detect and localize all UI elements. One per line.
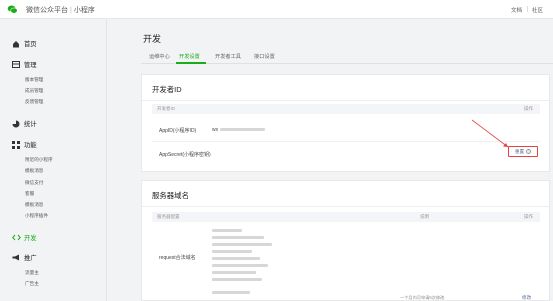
home-icon — [11, 40, 21, 48]
appid-value: wx — [212, 127, 219, 133]
sidebar-label: 管理 — [24, 62, 37, 69]
sidebar-item-members[interactable]: 成员管理 — [25, 88, 43, 94]
appid-redacted — [220, 128, 265, 131]
domain-redacted — [212, 243, 272, 246]
domain-redacted — [212, 250, 252, 253]
col-operation: 操作 — [524, 106, 533, 111]
appsecret-label: AppSecret(小程序密钥) — [159, 152, 211, 158]
card-divider — [142, 206, 549, 207]
domain-redacted — [212, 257, 260, 260]
chart-icon — [11, 120, 21, 128]
active-tab-indicator — [176, 62, 206, 64]
brand-name: 微信公众平台 — [26, 7, 68, 14]
top-bar: 微信公众平台 | 小程序 文档 社区 — [0, 0, 553, 19]
sidebar-item-service[interactable]: 客服 — [25, 191, 34, 197]
col-developer-id: 开发者ID — [157, 106, 175, 111]
sidebar-item-template[interactable]: 模板消息 — [25, 168, 43, 174]
sidebar-item-home[interactable]: 首页 — [11, 39, 37, 48]
sidebar-item-pay[interactable]: 微信支付 — [25, 180, 43, 186]
tab-dev-tools[interactable]: 开发者工具 — [215, 53, 241, 60]
col-operation: 操作 — [524, 214, 533, 219]
sidebar-item-version[interactable]: 版本管理 — [25, 77, 43, 83]
sidebar-item-traffic[interactable]: 流量主 — [25, 270, 39, 276]
appid-label: AppID(小程序ID) — [159, 128, 197, 134]
domain-redacted — [212, 229, 242, 232]
code-icon — [11, 234, 21, 242]
domain-redacted — [212, 271, 256, 274]
sidebar-label: 推广 — [24, 255, 37, 262]
page-title: 开发 — [143, 34, 162, 44]
server-domain-title: 服务器域名 — [152, 191, 189, 200]
domain-redacted — [212, 278, 262, 281]
developer-id-table-header: 开发者ID 操作 — [152, 104, 540, 114]
modify-limit-note: 一个月内可申请5次修改 — [400, 295, 445, 300]
domain-redacted — [212, 291, 250, 294]
sidebar-item-develop[interactable]: 开发 — [11, 233, 37, 242]
domain-redacted — [212, 264, 268, 267]
top-divider — [527, 6, 528, 12]
sidebar-item-stats[interactable]: 统计 — [11, 119, 37, 128]
server-table-header: 服务器配置 说明 操作 — [152, 212, 540, 222]
sidebar-item-template-msg[interactable]: 模板消息 — [25, 202, 43, 208]
sidebar-item-nearby[interactable]: 附近的小程序 — [25, 157, 53, 163]
sidebar-item-feedback[interactable]: 反馈管理 — [25, 99, 43, 105]
reset-label: 重置 — [514, 148, 525, 154]
sidebar-label: 功能 — [24, 142, 37, 149]
sidebar-label: 统计 — [24, 121, 37, 128]
sidebar-section-features[interactable]: 功能 — [11, 140, 37, 149]
card-divider — [142, 100, 549, 101]
tab-dev-settings[interactable]: 开发设置 — [179, 53, 200, 60]
megaphone-icon — [11, 254, 21, 262]
tab-ops[interactable]: 运维中心 — [149, 53, 170, 60]
developer-id-title: 开发者ID — [152, 85, 182, 94]
sidebar-item-plugin[interactable]: 小程序插件 — [25, 213, 48, 219]
sidebar-section-promote[interactable]: 推广 — [11, 253, 37, 262]
help-icon[interactable]: ? — [526, 149, 532, 154]
sidebar-label: 首页 — [24, 41, 37, 48]
wechat-logo-icon — [7, 5, 18, 14]
product-name: 小程序 — [73, 7, 95, 14]
docs-link[interactable]: 文档 — [511, 6, 522, 14]
request-domain-label: request合法域名 — [159, 255, 196, 261]
sidebar-section-manage[interactable]: 管理 — [11, 60, 37, 69]
server-domain-card: 服务器域名 服务器配置 说明 操作 request合法域名 一个月内可申请5次修… — [141, 180, 550, 301]
tab-api-settings[interactable]: 接口设置 — [254, 53, 275, 60]
community-link[interactable]: 社区 — [532, 6, 543, 14]
folder-icon — [11, 61, 21, 69]
platform-title[interactable]: 微信公众平台 | 小程序 — [26, 5, 95, 15]
modify-server-link[interactable]: 修改 — [522, 295, 531, 301]
sidebar-item-advertiser[interactable]: 广告主 — [25, 281, 39, 287]
sidebar-label: 开发 — [24, 235, 37, 242]
domain-redacted — [212, 236, 264, 239]
col-description: 说明 — [420, 214, 429, 219]
grid-icon — [11, 140, 21, 149]
reset-appsecret-button[interactable]: 重置 ? — [508, 146, 538, 157]
col-server-config: 服务器配置 — [157, 214, 180, 219]
